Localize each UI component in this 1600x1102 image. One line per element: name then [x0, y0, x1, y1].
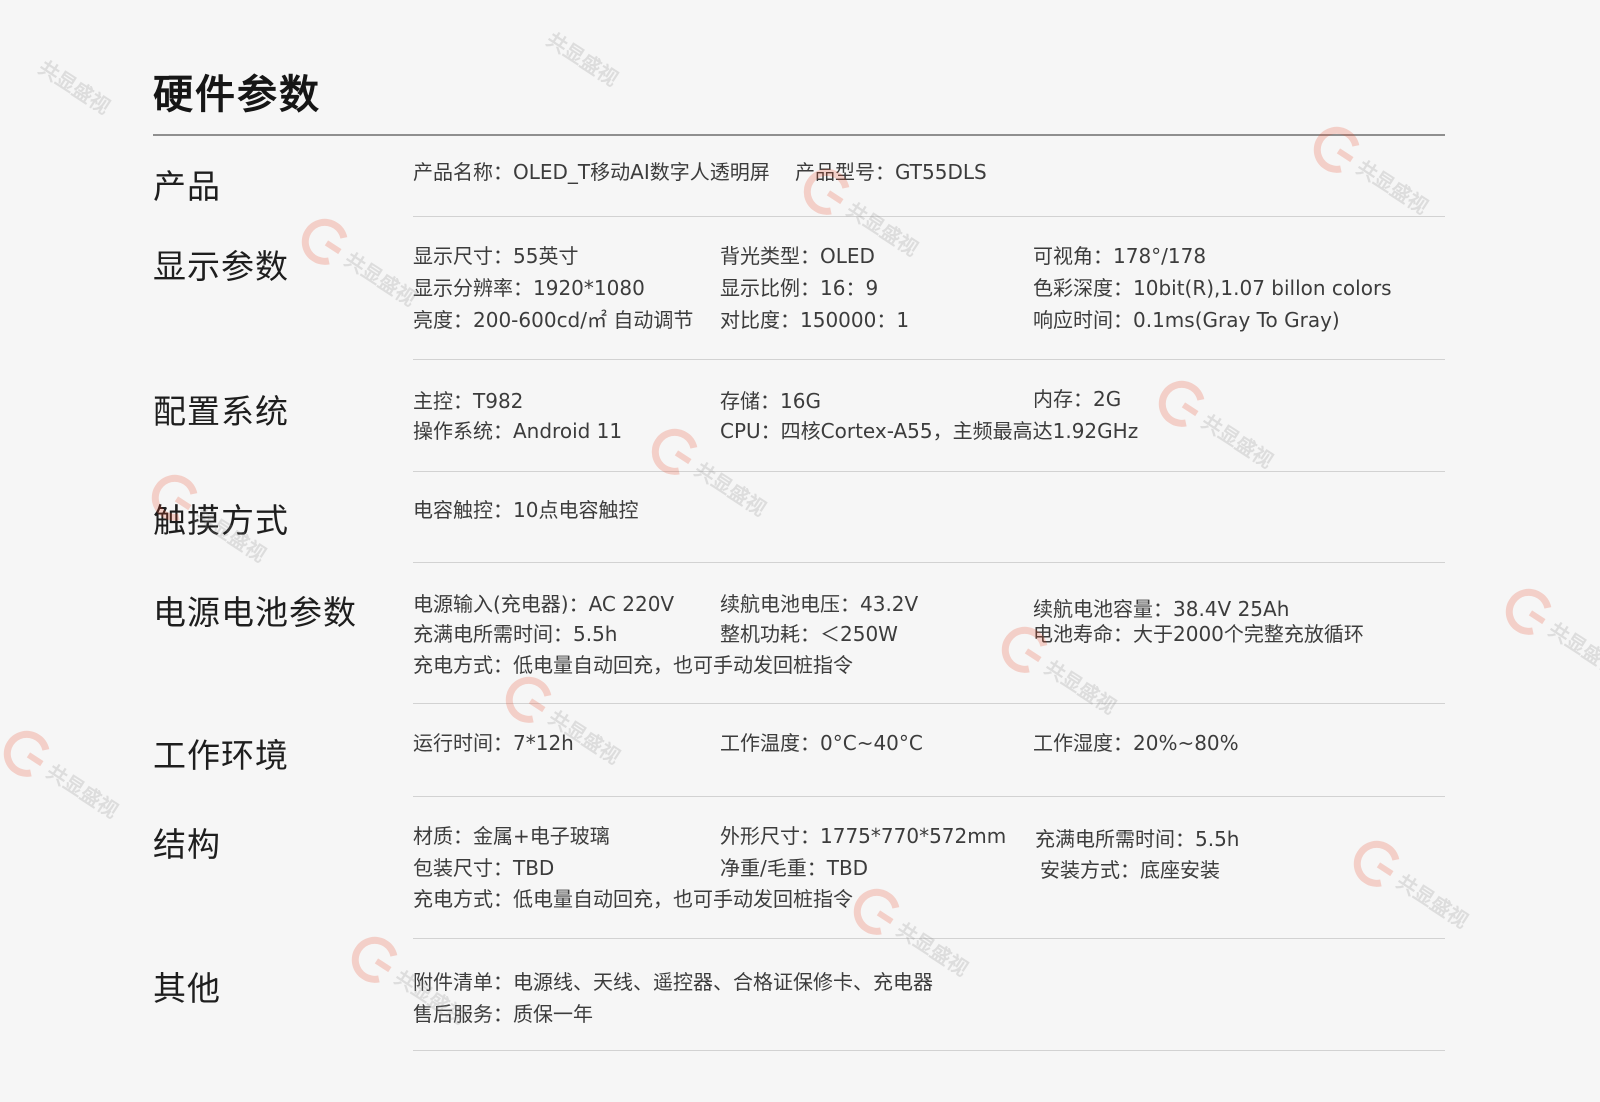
- spec-charge-mode-2: 充电方式：低电量自动回充，也可手动发回桩指令: [413, 887, 853, 911]
- title-divider: [153, 134, 1445, 136]
- spec-aspect-ratio: 显示比例：16：9: [720, 276, 879, 300]
- watermark: 共显盛视: [0, 18, 138, 192]
- g-logo-icon: [496, 668, 561, 732]
- watermark-text: 共显盛视: [42, 759, 123, 823]
- section-label-product: 产品: [153, 167, 221, 206]
- spec-after-sales: 售后服务：质保一年: [413, 1002, 593, 1026]
- section-label-config: 配置系统: [153, 392, 289, 431]
- spec-memory: 内存：2G: [1033, 387, 1122, 411]
- spec-product-model: 产品型号：GT55DLS: [795, 160, 987, 184]
- watermark-text: 共显盛视: [1197, 409, 1278, 473]
- g-logo-icon: [342, 928, 407, 992]
- spec-battery-life: 电池寿命：大于2000个完整充放循环: [1033, 622, 1364, 646]
- g-logo-icon: [292, 210, 357, 274]
- watermark: 共显盛视: [1462, 580, 1600, 754]
- g-logo-icon: [1344, 832, 1409, 896]
- section-divider: [413, 216, 1445, 217]
- section-label-display: 显示参数: [153, 247, 289, 286]
- section-label-touch: 触摸方式: [153, 501, 289, 540]
- spec-charge-time-2: 充满电所需时间：5.5h: [1035, 827, 1240, 851]
- spec-charge-time: 充满电所需时间：5.5h: [413, 622, 618, 646]
- spec-run-time: 运行时间：7*12h: [413, 731, 574, 755]
- spec-resolution: 显示分辨率：1920*1080: [413, 276, 645, 300]
- spec-package-size: 包装尺寸：TBD: [413, 856, 555, 880]
- section-divider: [413, 562, 1445, 563]
- spec-storage: 存储：16G: [720, 389, 821, 413]
- spec-install-method: 安装方式：底座安装: [1040, 858, 1220, 882]
- watermark-text: 共显盛视: [1352, 155, 1433, 219]
- section-label-other: 其他: [153, 969, 221, 1008]
- spec-main-chip: 主控：T982: [413, 389, 524, 413]
- g-logo-icon: [1304, 118, 1369, 182]
- section-divider: [413, 1050, 1445, 1051]
- g-logo-icon: [642, 420, 707, 484]
- spec-work-temp: 工作温度：0°C~40°C: [720, 731, 923, 755]
- section-divider: [413, 703, 1445, 704]
- watermark: 共显盛视: [0, 722, 146, 896]
- spec-charge-mode: 充电方式：低电量自动回充，也可手动发回桩指令: [413, 653, 853, 677]
- g-logo-icon: [1496, 580, 1561, 644]
- section-divider: [413, 359, 1445, 360]
- spec-battery-voltage: 续航电池电压：43.2V: [720, 592, 919, 616]
- spec-work-humidity: 工作湿度：20%~80%: [1033, 731, 1239, 755]
- watermark: 共显盛视: [1270, 118, 1456, 292]
- g-logo-icon: [1149, 372, 1214, 436]
- section-divider: [413, 938, 1445, 939]
- watermark: 共显盛视: [1310, 832, 1496, 1006]
- page-title: 硬件参数: [153, 72, 321, 118]
- spec-material: 材质：金属+电子玻璃: [413, 824, 610, 848]
- spec-product-name: 产品名称：OLED_T移动AI数字人透明屏: [413, 160, 770, 184]
- watermark-text: 共显盛视: [1392, 869, 1473, 933]
- spec-viewing-angle: 可视角：178°/178: [1033, 244, 1207, 268]
- watermark-text: 共显盛视: [340, 247, 421, 311]
- section-label-structure: 结构: [153, 825, 221, 864]
- spec-dimensions: 外形尺寸：1775*770*572mm: [720, 824, 1007, 848]
- watermark: 共显盛视: [460, 0, 646, 164]
- spec-backlight-type: 背光类型：OLED: [720, 244, 875, 268]
- watermark: 共显盛视: [1115, 372, 1301, 546]
- spec-color-depth: 色彩深度：10bit(R),1.07 billon colors: [1033, 276, 1392, 300]
- section-label-power: 电源电池参数: [153, 593, 357, 632]
- g-logo-icon: [844, 880, 909, 944]
- spec-screen-size: 显示尺寸：55英寸: [413, 244, 579, 268]
- watermark-text: 共显盛视: [34, 55, 115, 119]
- spec-power-consumption: 整机功耗：＜250W: [720, 622, 898, 646]
- spec-power-input: 电源输入(充电器)：AC 220V: [413, 592, 675, 616]
- spec-brightness: 亮度：200-600cd/㎡ 自动调节: [413, 308, 694, 332]
- spec-touch: 电容触控：10点电容触控: [413, 498, 639, 522]
- spec-battery-capacity: 续航电池容量：38.4V 25Ah: [1033, 597, 1290, 621]
- section-divider: [413, 796, 1445, 797]
- section-label-env: 工作环境: [153, 736, 289, 775]
- spec-accessories: 附件清单：电源线、天线、遥控器、合格证保修卡、充电器: [413, 970, 933, 994]
- spec-cpu: CPU：四核Cortex-A55，主频最高达1.92GHz: [720, 419, 1139, 443]
- watermark-text: 共显盛视: [542, 27, 623, 91]
- watermark-text: 共显盛视: [1040, 655, 1121, 719]
- watermark-text: 共显盛视: [1544, 617, 1600, 681]
- spec-response-time: 响应时间：0.1ms(Gray To Gray): [1033, 308, 1340, 332]
- section-divider: [413, 471, 1445, 472]
- g-logo-icon: [0, 722, 59, 786]
- spec-os: 操作系统：Android 11: [413, 419, 623, 443]
- watermark-text: 共显盛视: [690, 457, 771, 521]
- spec-weight: 净重/毛重：TBD: [720, 856, 869, 880]
- spec-contrast: 对比度：150000：1: [720, 308, 910, 332]
